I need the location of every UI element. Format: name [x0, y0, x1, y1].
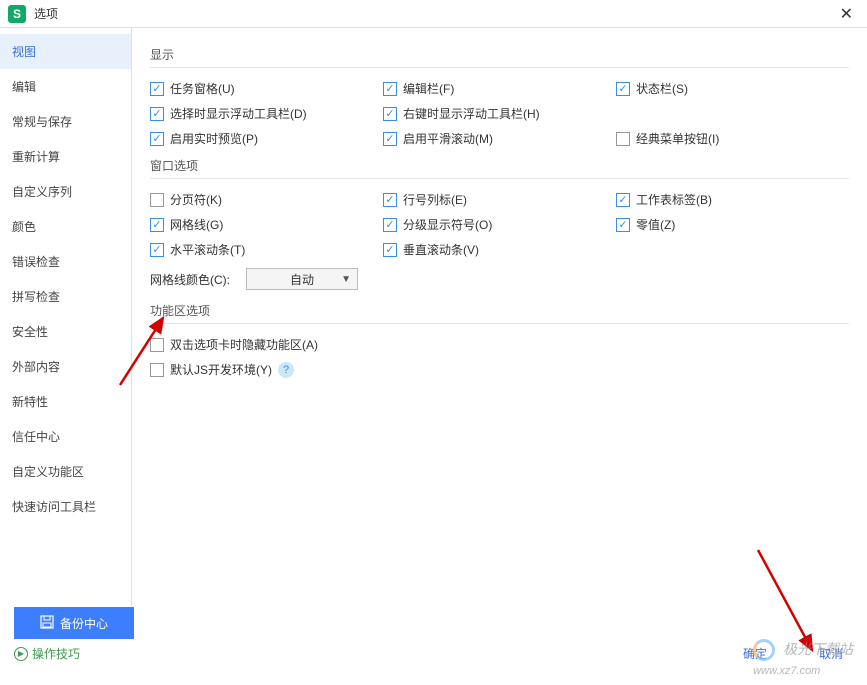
section-display-label: 显示: [150, 40, 849, 67]
sidebar-item[interactable]: 安全性: [0, 314, 131, 349]
checkbox-label: 默认JS开发环境(Y): [170, 361, 272, 378]
sidebar-item[interactable]: 常规与保存: [0, 104, 131, 139]
checkbox-label: 编辑栏(F): [403, 80, 454, 97]
checkbox[interactable]: ✓: [150, 363, 164, 377]
checkbox-label: 垂直滚动条(V): [403, 241, 479, 258]
checkbox[interactable]: ✓: [150, 193, 164, 207]
checkbox[interactable]: ✓: [383, 218, 397, 232]
grid-color-label: 网格线颜色(C):: [150, 271, 246, 288]
checkbox-label: 分页符(K): [170, 191, 222, 208]
checkbox[interactable]: ✓: [383, 82, 397, 96]
grid-color-select[interactable]: 自动 ▼: [246, 268, 358, 290]
checkbox[interactable]: ✓: [150, 107, 164, 121]
sidebar-item[interactable]: 外部内容: [0, 349, 131, 384]
sidebar-item[interactable]: 自定义序列: [0, 174, 131, 209]
checkbox-label: 启用实时预览(P): [170, 130, 258, 147]
sidebar-item[interactable]: 视图: [0, 34, 131, 69]
checkbox-label: 任务窗格(U): [170, 80, 235, 97]
sidebar-item[interactable]: 重新计算: [0, 139, 131, 174]
sidebar-item[interactable]: 拼写检查: [0, 279, 131, 314]
disk-icon: [40, 615, 54, 632]
checkbox[interactable]: ✓: [383, 107, 397, 121]
window-title: 选项: [34, 5, 58, 22]
checkbox-label: 经典菜单按钮(I): [636, 130, 719, 147]
checkbox[interactable]: ✓: [616, 218, 630, 232]
chevron-down-icon: ▼: [341, 274, 351, 285]
checkbox-label: 选择时显示浮动工具栏(D): [170, 105, 307, 122]
checkbox[interactable]: ✓: [383, 132, 397, 146]
checkbox-label: 水平滚动条(T): [170, 241, 245, 258]
content-pane: 显示 ✓ 任务窗格(U) ✓ 编辑栏(F) ✓ 状态栏(S) ✓ 选择时显示浮动工具栏(D) ✓…: [132, 28, 867, 628]
checkbox[interactable]: ✓: [616, 82, 630, 96]
sidebar-item[interactable]: 新特性: [0, 384, 131, 419]
sidebar-item[interactable]: 错误检查: [0, 244, 131, 279]
ok-button[interactable]: 确定: [733, 641, 777, 666]
checkbox[interactable]: ✓: [383, 243, 397, 257]
checkbox[interactable]: ✓: [383, 193, 397, 207]
checkbox[interactable]: ✓: [150, 338, 164, 352]
grid-color-value: 自动: [290, 271, 314, 288]
checkbox-label: 分级显示符号(O): [403, 216, 492, 233]
checkbox[interactable]: ✓: [616, 132, 630, 146]
checkbox-label: 启用平滑滚动(M): [403, 130, 493, 147]
checkbox[interactable]: ✓: [150, 82, 164, 96]
sidebar-item[interactable]: 颜色: [0, 209, 131, 244]
checkbox-label: 行号列标(E): [403, 191, 467, 208]
checkbox[interactable]: ✓: [150, 132, 164, 146]
section-window-label: 窗口选项: [150, 151, 849, 178]
play-icon: ▶: [14, 647, 28, 661]
checkbox-label: 双击选项卡时隐藏功能区(A): [170, 336, 318, 353]
app-icon: S: [8, 5, 26, 23]
checkbox-label: 右键时显示浮动工具栏(H): [403, 105, 540, 122]
footer: 备份中心 ▶ 操作技巧 确定 取消: [0, 615, 867, 671]
checkbox[interactable]: ✓: [150, 243, 164, 257]
tips-label: 操作技巧: [32, 645, 80, 662]
cancel-button[interactable]: 取消: [809, 641, 853, 666]
checkbox-label: 状态栏(S): [636, 80, 688, 97]
checkbox[interactable]: ✓: [150, 218, 164, 232]
sidebar: 视图编辑常规与保存重新计算自定义序列颜色错误检查拼写检查安全性外部内容新特性信任…: [0, 28, 132, 628]
backup-center-button[interactable]: 备份中心: [14, 607, 134, 639]
checkbox-label: 零值(Z): [636, 216, 675, 233]
checkbox-label: 网格线(G): [170, 216, 223, 233]
sidebar-item[interactable]: 信任中心: [0, 419, 131, 454]
checkbox-label: 工作表标签(B): [636, 191, 712, 208]
backup-label: 备份中心: [60, 615, 108, 632]
checkbox[interactable]: ✓: [616, 193, 630, 207]
help-icon[interactable]: ?: [278, 362, 294, 378]
sidebar-item[interactable]: 自定义功能区: [0, 454, 131, 489]
tips-link[interactable]: ▶ 操作技巧: [14, 645, 80, 662]
section-ribbon-label: 功能区选项: [150, 296, 849, 323]
close-icon[interactable]: ✕: [834, 4, 859, 24]
sidebar-item[interactable]: 快速访问工具栏: [0, 489, 131, 524]
title-bar: S 选项 ✕: [0, 0, 867, 28]
sidebar-item[interactable]: 编辑: [0, 69, 131, 104]
